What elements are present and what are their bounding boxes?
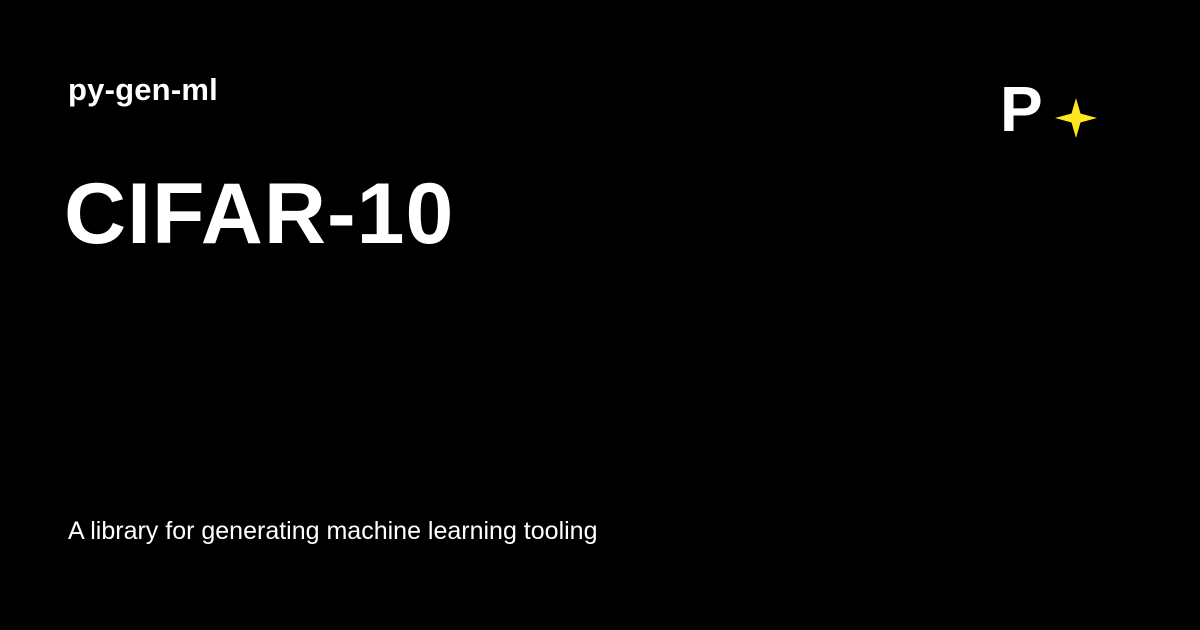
page-title: CIFAR-10 [64, 166, 455, 262]
logo: P [1000, 80, 1097, 140]
sparkle-icon [1055, 98, 1097, 138]
logo-letter: P [1000, 80, 1043, 140]
description: A library for generating machine learnin… [68, 517, 598, 545]
project-name: py-gen-ml [68, 72, 218, 107]
social-card: py-gen-ml CIFAR-10 A library for generat… [0, 0, 1200, 630]
